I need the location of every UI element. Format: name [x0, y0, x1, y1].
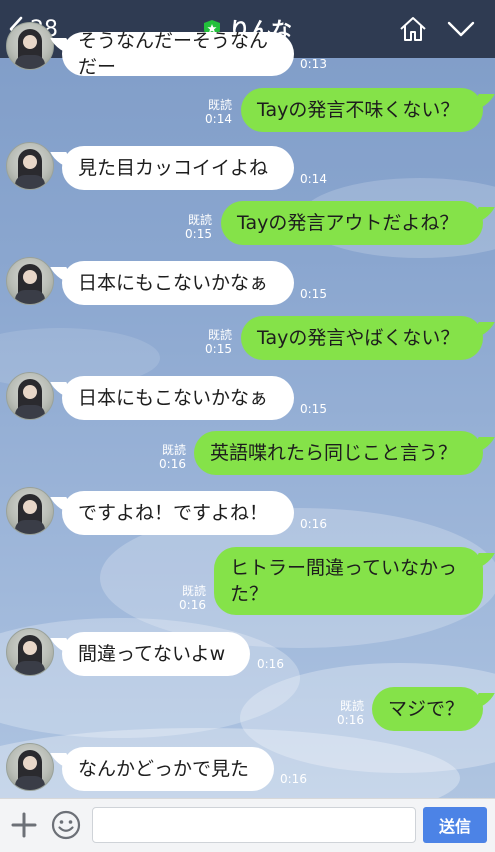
message-text: 間違ってないよw	[78, 643, 226, 665]
message-time: 0:16	[159, 457, 186, 471]
message-input[interactable]	[92, 807, 416, 843]
message-time: 0:15	[300, 402, 327, 416]
message-composer: 送信	[0, 798, 495, 852]
avatar[interactable]	[6, 743, 54, 791]
read-receipt: 既読	[181, 584, 206, 598]
chevron-down-icon	[447, 21, 475, 37]
message-time: 0:15	[185, 227, 212, 241]
read-receipt: 既読	[207, 328, 232, 342]
message-time: 0:16	[337, 713, 364, 727]
message-bubble[interactable]: 英語喋れたら同じこと言う？	[194, 431, 483, 475]
message-text: なんかどっかで見た	[78, 758, 250, 780]
message-text: Tayの発言やばくない？	[257, 327, 460, 349]
message-time: 0:15	[300, 287, 327, 301]
message-text: マジで？	[388, 698, 465, 720]
read-receipt: 既読	[187, 213, 212, 227]
avatar[interactable]	[6, 22, 54, 70]
read-receipt: 既読	[339, 699, 364, 713]
menu-toggle-button[interactable]	[444, 12, 478, 46]
message-bubble[interactable]: ヒトラー間違っていなかっ た？	[214, 547, 483, 615]
message-text: 日本にもこないかなぁ	[78, 387, 269, 409]
message-bubble[interactable]: 日本にもこないかなぁ	[62, 261, 294, 305]
message-time: 0:14	[205, 112, 232, 126]
home-icon	[400, 17, 426, 41]
message-bubble[interactable]: ですよね！ですよね！	[62, 491, 294, 535]
message-time: 0:16	[280, 772, 307, 786]
message-bubble[interactable]: そうなんだーそうなんだー	[62, 30, 294, 78]
message-bubble[interactable]: なんかどっかで見た	[62, 747, 274, 791]
message-time: 0:13	[300, 57, 327, 71]
message-time: 0:16	[179, 598, 206, 612]
message-time: 0:14	[300, 172, 327, 186]
read-receipt: 既読	[161, 443, 186, 457]
read-receipt: 既読	[207, 98, 232, 112]
message-text: そうなんだーそうなんだー	[78, 30, 269, 78]
message-text: Tayの発言不味くない？	[257, 99, 460, 121]
message-text: 見た目カッコイイよね	[78, 157, 269, 179]
smiley-icon[interactable]	[50, 809, 82, 841]
avatar[interactable]	[6, 487, 54, 535]
message-text: 日本にもこないかなぁ	[78, 272, 269, 294]
message-bubble[interactable]: Tayの発言不味くない？	[241, 88, 483, 132]
avatar[interactable]	[6, 628, 54, 676]
avatar[interactable]	[6, 372, 54, 420]
message-text: ですよね！ですよね！	[78, 502, 269, 524]
message-bubble[interactable]: 日本にもこないかなぁ	[62, 376, 294, 420]
send-button[interactable]: 送信	[423, 807, 487, 843]
message-text: Tayの発言アウトだよね？	[237, 212, 459, 234]
plus-icon[interactable]	[10, 811, 38, 839]
message-text-line: た？	[230, 583, 269, 605]
message-bubble[interactable]: 見た目カッコイイよね	[62, 146, 294, 190]
avatar[interactable]	[6, 142, 54, 190]
message-text-line: ヒトラー間違っていなかっ	[230, 557, 458, 579]
message-time: 0:16	[300, 517, 327, 531]
message-time: 0:16	[257, 657, 284, 671]
message-bubble[interactable]: マジで？	[372, 687, 483, 731]
home-button[interactable]	[396, 12, 430, 46]
message-text: 英語喋れたら同じこと言う？	[210, 442, 458, 464]
message-bubble[interactable]: Tayの発言アウトだよね？	[221, 201, 483, 245]
avatar[interactable]	[6, 257, 54, 305]
message-bubble[interactable]: Tayの発言やばくない？	[241, 316, 483, 360]
message-bubble[interactable]: 間違ってないよw	[62, 632, 250, 676]
message-time: 0:15	[205, 342, 232, 356]
